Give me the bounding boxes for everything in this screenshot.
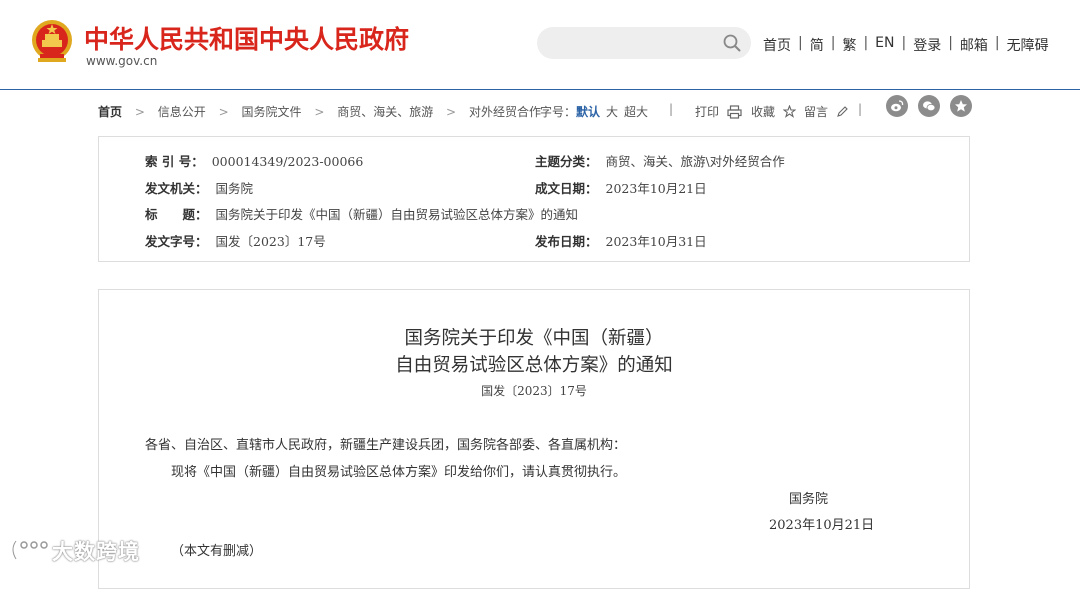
watermark-logo-icon [11,540,48,560]
meta-value: 2023年10月31日 [605,234,707,249]
meta-publish-date: 发布日期： 2023年10月31日 [535,231,707,249]
watermark: 大数跨境 [8,533,148,567]
breadcrumb-arrow: > [218,104,229,119]
search-icon[interactable] [723,34,741,52]
site-url[interactable]: www.gov.cn [86,54,157,68]
font-size-large[interactable]: 大 [606,105,618,119]
comment-label: 留言 [804,105,829,119]
breadcrumb-state-council-docs[interactable]: 国务院文件 [241,105,301,119]
meta-label: 发文机关： [145,181,208,196]
breadcrumb-arrow: > [134,104,145,119]
document-title-line-1: 国务院关于印发《中国（新疆） [404,328,664,349]
home-link[interactable]: 首页 [763,35,791,55]
favorite-button[interactable]: 收藏 [751,103,797,120]
meta-issuer: 发文机关： 国务院 [145,178,253,196]
meta-value: 2023年10月21日 [605,181,707,196]
document-salutation: 各省、自治区、直辖市人民政府，新疆生产建设兵团，国务院各部委、各直属机构： [145,438,627,453]
meta-doc-no: 发文字号： 国发〔2023〕17号 [145,231,326,249]
weibo-icon [891,100,904,112]
document-note: （本文有删减） [171,544,263,559]
meta-label: 成文日期： [535,181,598,196]
breadcrumb-arrow: > [446,104,457,119]
document-metadata-panel: 索 引 号： 000014349/2023-00066 主题分类： 商贸、海关、旅游… [98,136,970,262]
meta-written-date: 成文日期： 2023年10月21日 [535,178,707,196]
meta-category: 主题分类： 商贸、海关、旅游\对外经贸合作 [535,151,785,169]
meta-value: 000014349/2023-00066 [211,154,364,169]
accessibility-link[interactable]: 无障碍 [1007,35,1049,55]
breadcrumb-arrow: > [314,104,325,119]
separator: | [863,35,869,51]
meta-value: 国务院 [215,181,254,196]
document-signature: 国务院 [789,492,829,507]
meta-label: 发布日期： [535,234,598,249]
document-number: 国发〔2023〕17号 [481,384,587,398]
breadcrumb-foreign-trade[interactable]: 对外经贸合作 [469,105,541,119]
site-header: 中华人民共和国中央人民政府 www.gov.cn 首页 | 简 | 繁 | EN… [0,0,1080,90]
meta-label: 标 题： [145,207,208,222]
favorite-label: 收藏 [751,105,776,119]
site-title[interactable]: 中华人民共和国中央人民政府 [84,20,409,56]
watermark-text: 大数跨境 [52,540,140,564]
meta-title: 标 题： 国务院关于印发《中国（新疆）自由贸易试验区总体方案》的通知 [145,204,578,222]
font-size-label: 字号： [540,105,577,119]
document-title-line-2: 自由贸易试验区总体方案》的通知 [395,355,673,376]
pencil-icon [836,106,848,117]
divider: | [858,102,863,116]
meta-value: 国发〔2023〕17号 [215,234,326,249]
national-emblem-icon[interactable] [30,18,74,64]
print-button[interactable]: 打印 [695,103,742,120]
document-paragraph: 现将《中国（新疆）自由贸易试验区总体方案》印发给你们，请认真贯彻执行。 [171,465,627,480]
breadcrumb-commerce[interactable]: 商贸、海关、旅游 [337,105,433,119]
wechat-icon [923,101,936,112]
separator: | [901,35,907,51]
meta-value: 国务院关于印发《中国（新疆）自由贸易试验区总体方案》的通知 [215,207,579,222]
printer-icon [727,104,742,119]
top-nav-links: 首页 | 简 | 繁 | EN | 登录 | 邮箱 | 无障碍 [763,35,1049,55]
breadcrumb-home[interactable]: 首页 [98,105,122,119]
meta-value: 商贸、海关、旅游\对外经贸合作 [605,154,785,169]
english-link[interactable]: EN [875,35,894,55]
font-size-extra-large[interactable]: 超大 [624,105,648,119]
meta-label: 索 引 号： [145,154,204,169]
meta-label: 主题分类： [535,154,598,169]
separator: | [798,35,803,51]
breadcrumb: 首页 > 信息公开 > 国务院文件 > 商贸、海关、旅游 > 对外经贸合作 字号… [98,95,972,121]
comment-button[interactable]: 留言 [804,103,848,120]
document-date: 2023年10月21日 [769,518,875,533]
font-size-default[interactable]: 默认 [576,105,600,119]
separator: | [948,35,953,51]
star-icon [782,104,797,118]
meta-index-no: 索 引 号： 000014349/2023-00066 [145,151,363,169]
separator: | [830,35,836,51]
share-favorite-button[interactable] [950,95,972,117]
star-filled-icon [955,100,967,112]
separator: | [994,35,1000,51]
divider: | [669,102,674,116]
mailbox-link[interactable]: 邮箱 [960,35,988,55]
search-input[interactable] [537,27,751,59]
breadcrumb-info-public[interactable]: 信息公开 [158,105,206,119]
meta-label: 发文字号： [145,234,208,249]
document-body: 国务院关于印发《中国（新疆） 自由贸易试验区总体方案》的通知 国发〔2023〕1… [98,289,970,589]
font-size-control: 字号：默认大超大 [540,103,648,120]
share-weibo-button[interactable] [886,95,908,117]
print-label: 打印 [695,105,720,119]
login-link[interactable]: 登录 [913,35,941,55]
share-wechat-button[interactable] [918,95,940,117]
traditional-chinese-link[interactable]: 繁 [842,35,856,55]
simplified-chinese-link[interactable]: 简 [810,35,824,55]
